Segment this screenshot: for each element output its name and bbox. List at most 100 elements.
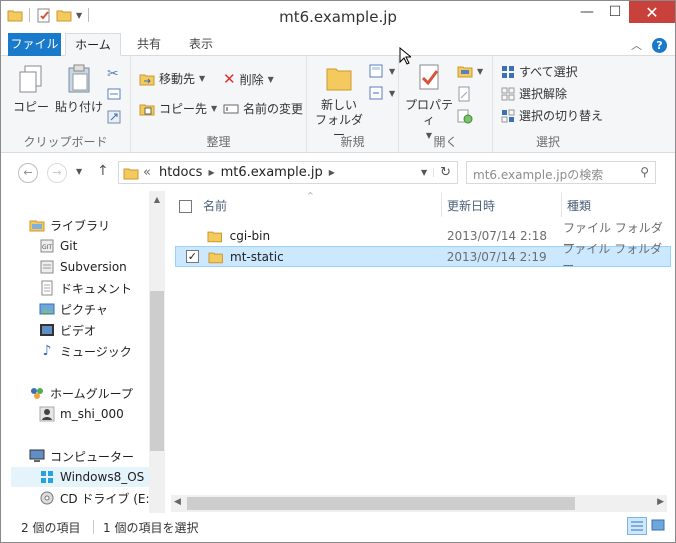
- easy-access-button[interactable]: ▼: [369, 86, 395, 100]
- tab-share[interactable]: 共有: [127, 33, 171, 56]
- cut-button[interactable]: ✂: [107, 66, 119, 82]
- organize-group-label: 整理: [206, 135, 231, 149]
- select-all-button[interactable]: すべて選択: [501, 63, 578, 80]
- delete-button[interactable]: ✕ 削除 ▼: [223, 70, 274, 88]
- large-icons-view-button[interactable]: [649, 517, 669, 535]
- breadcrumb-current[interactable]: mt6.example.jp: [217, 165, 327, 180]
- breadcrumb-htdocs[interactable]: htdocs: [155, 165, 206, 180]
- content-scroll-thumb[interactable]: [187, 497, 575, 510]
- nav-computer[interactable]: コンピューター: [29, 446, 134, 466]
- nav-item-pictures[interactable]: ピクチャ: [39, 299, 108, 319]
- details-view-button[interactable]: [627, 517, 647, 535]
- copy-path-button[interactable]: [107, 88, 121, 100]
- nav-drive-windows[interactable]: Windows8_OS (: [11, 467, 153, 487]
- copy-path-icon: [107, 88, 121, 100]
- copy-to-button[interactable]: コピー先 ▼: [139, 100, 217, 117]
- up-arrow-icon[interactable]: ↑: [97, 163, 109, 179]
- item-count: 2 個の項目: [21, 521, 81, 535]
- column-header-modified[interactable]: 更新日時: [447, 191, 495, 221]
- mouse-cursor-icon: [399, 47, 411, 65]
- libraries-icon: [29, 220, 45, 232]
- nav-item-git[interactable]: GIT Git: [39, 236, 77, 256]
- breadcrumb-separator-icon[interactable]: ▶: [327, 168, 337, 177]
- rename-icon: [223, 104, 239, 113]
- help-icon[interactable]: ?: [652, 37, 667, 53]
- search-input[interactable]: mt6.example.jpの検索 ⚲: [466, 161, 656, 184]
- svg-text:GIT: GIT: [42, 244, 52, 251]
- row-checkbox[interactable]: ✓: [186, 250, 199, 263]
- minimize-button[interactable]: —: [573, 1, 601, 23]
- column-header-name[interactable]: 名前: [203, 191, 227, 221]
- scroll-up-icon[interactable]: ▲: [149, 191, 165, 204]
- nav-item-videos[interactable]: ビデオ: [39, 320, 96, 340]
- scroll-left-icon[interactable]: ◀: [174, 497, 181, 507]
- nav-scroll-thumb[interactable]: [150, 291, 164, 451]
- large-icons-view-icon: [651, 519, 665, 531]
- address-bar[interactable]: « htdocs ▶ mt6.example.jp ▶ ▼ ↻: [118, 161, 458, 184]
- new-item-button[interactable]: ▼: [369, 64, 395, 78]
- invert-selection-button[interactable]: 選択の切り替え: [501, 107, 603, 124]
- table-row[interactable]: ✓ mt-static 2013/07/14 2:19 ファイル フォルダー: [175, 242, 671, 273]
- new-folder-icon: [326, 68, 352, 91]
- copy-button[interactable]: コピー: [11, 64, 51, 115]
- breadcrumb-overflow[interactable]: «: [139, 165, 155, 180]
- status-divider: [93, 520, 94, 534]
- nav-item-label: ミュージック: [60, 344, 132, 359]
- content-scrollbar[interactable]: ◀ ▶: [171, 495, 667, 512]
- tab-file[interactable]: ファイル: [8, 33, 61, 56]
- edit-button[interactable]: [457, 86, 471, 102]
- close-button[interactable]: ✕: [629, 1, 675, 23]
- forward-button[interactable]: →: [47, 163, 67, 183]
- file-modified: 2013/07/14 2:19: [446, 249, 547, 264]
- nav-item-music[interactable]: ♪ ミュージック: [39, 341, 132, 361]
- rename-button[interactable]: 名前の変更: [223, 100, 303, 117]
- search-placeholder: mt6.example.jpの検索: [473, 168, 604, 182]
- ribbon-home: コピー 貼り付け ✂ クリップボード 移動先 ▼ コピー先 ▼ ✕ 削除 ▼ 名…: [1, 56, 675, 153]
- move-to-button[interactable]: 移動先 ▼: [139, 70, 205, 87]
- open-folder-icon: [457, 66, 473, 78]
- invert-selection-icon: [501, 109, 515, 122]
- nav-drive-label: CD ドライブ (E:) I: [60, 491, 162, 506]
- scroll-right-icon[interactable]: ▶: [657, 497, 664, 507]
- back-button[interactable]: ←: [18, 163, 38, 183]
- address-history-icon[interactable]: ▼: [415, 168, 435, 177]
- collapse-ribbon-icon[interactable]: ︿: [631, 37, 642, 53]
- nav-user[interactable]: m_shi_000: [39, 404, 124, 424]
- nav-libraries[interactable]: ライブラリ: [29, 215, 110, 235]
- refresh-icon[interactable]: ↻: [434, 165, 457, 180]
- maximize-button[interactable]: ☐: [601, 1, 629, 23]
- nav-libraries-label: ライブラリ: [50, 218, 111, 233]
- select-none-button[interactable]: 選択解除: [501, 85, 567, 102]
- nav-homegroup[interactable]: ホームグループ: [29, 383, 133, 403]
- move-to-label: 移動先: [159, 72, 196, 86]
- library-icon: GIT: [40, 239, 54, 253]
- navigation-pane: ライブラリ GIT Git Subversion ドキュメント ピクチャ ビデオ…: [1, 191, 165, 513]
- column-header-type[interactable]: 種類: [567, 191, 591, 221]
- recent-locations-icon[interactable]: ▼: [76, 167, 82, 176]
- group-clipboard: コピー 貼り付け ✂ クリップボード: [1, 56, 131, 153]
- properties-icon: [419, 64, 439, 90]
- breadcrumb-separator-icon[interactable]: ▶: [206, 168, 216, 177]
- new-group-label: 新規: [340, 135, 365, 149]
- paste-shortcut-button[interactable]: [107, 110, 121, 124]
- title-bar: ▼ mt6.example.jp — ☐ ✕: [1, 1, 675, 33]
- properties-button[interactable]: プロパティ ▼: [403, 62, 455, 143]
- nav-item-label: ビデオ: [60, 323, 97, 338]
- paste-button[interactable]: 貼り付け: [55, 64, 103, 115]
- tab-home[interactable]: ホーム: [65, 33, 121, 56]
- new-folder-button[interactable]: 新しい フォルダー: [311, 62, 367, 143]
- nav-item-documents[interactable]: ドキュメント: [39, 278, 132, 298]
- search-icon[interactable]: ⚲: [640, 165, 649, 179]
- header-checkbox[interactable]: [179, 191, 192, 221]
- file-name: mt-static: [230, 249, 284, 264]
- nav-drive-cd[interactable]: CD ドライブ (E:) I: [39, 488, 162, 508]
- tab-view[interactable]: 表示: [179, 33, 223, 56]
- column-divider[interactable]: [561, 193, 562, 217]
- history-button[interactable]: [457, 108, 473, 124]
- nav-item-subversion[interactable]: Subversion: [39, 257, 127, 277]
- nav-scrollbar[interactable]: ▲: [149, 191, 165, 513]
- column-divider[interactable]: [441, 193, 442, 217]
- easy-access-icon: [369, 86, 383, 100]
- open-button[interactable]: ▼: [457, 64, 483, 78]
- explorer-window: ▼ mt6.example.jp — ☐ ✕ ファイル ホーム 共有 表示 ︿ …: [0, 0, 676, 543]
